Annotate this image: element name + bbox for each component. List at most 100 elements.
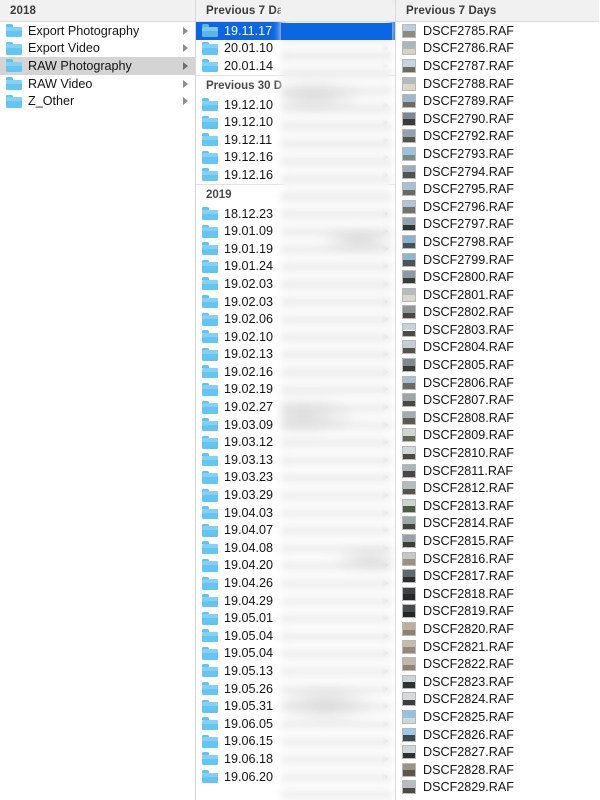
raw-file-list-item[interactable]: DSCF2811.RAF <box>396 462 599 480</box>
disclosure-arrow-icon[interactable] <box>383 315 388 324</box>
disclosure-arrow-icon[interactable] <box>383 227 388 236</box>
raw-file-list-item[interactable]: DSCF2807.RAF <box>396 391 599 409</box>
date-folder-list-item[interactable]: 19.03.29 <box>196 486 395 504</box>
date-folder-list-item[interactable]: 19.12.10 <box>196 96 395 114</box>
folder-list-item[interactable]: RAW Photography <box>0 57 195 75</box>
date-folder-list-item[interactable]: 19.04.08 <box>196 539 395 557</box>
disclosure-arrow-icon[interactable] <box>383 561 388 570</box>
disclosure-arrow-icon[interactable] <box>183 61 188 70</box>
date-folder-list-item[interactable]: 19.03.12 <box>196 433 395 451</box>
raw-file-list-item[interactable]: DSCF2800.RAF <box>396 268 599 286</box>
date-folder-list-item[interactable]: 19.05.31 <box>196 697 395 715</box>
raw-file-list-item[interactable]: DSCF2826.RAF <box>396 726 599 744</box>
date-folder-list-item[interactable]: 19.02.13 <box>196 346 395 364</box>
date-folder-list-item[interactable]: 19.12.16 <box>196 149 395 167</box>
disclosure-arrow-icon[interactable] <box>383 772 388 781</box>
raw-file-list-item[interactable]: DSCF2824.RAF <box>396 691 599 709</box>
date-folder-list-item[interactable]: 19.04.20 <box>196 557 395 575</box>
raw-file-list-item[interactable]: DSCF2825.RAF <box>396 708 599 726</box>
disclosure-arrow-icon[interactable] <box>383 332 388 341</box>
disclosure-arrow-icon[interactable] <box>383 702 388 711</box>
disclosure-arrow-icon[interactable] <box>383 297 388 306</box>
raw-file-list-item[interactable]: DSCF2817.RAF <box>396 567 599 585</box>
raw-file-list-item[interactable]: DSCF2795.RAF <box>396 180 599 198</box>
date-folder-list-item[interactable]: 19.02.03 <box>196 293 395 311</box>
disclosure-arrow-icon[interactable] <box>383 491 388 500</box>
disclosure-arrow-icon[interactable] <box>383 135 388 144</box>
raw-file-list-item[interactable]: DSCF2786.RAF <box>396 40 599 58</box>
raw-file-list-item[interactable]: DSCF2828.RAF <box>396 761 599 779</box>
disclosure-arrow-icon[interactable] <box>183 44 188 53</box>
raw-file-list-item[interactable]: DSCF2823.RAF <box>396 673 599 691</box>
raw-file-list-item[interactable]: DSCF2820.RAF <box>396 620 599 638</box>
disclosure-arrow-icon[interactable] <box>383 684 388 693</box>
raw-file-list-item[interactable]: DSCF2788.RAF <box>396 75 599 93</box>
date-folder-list-item[interactable]: 19.06.20 <box>196 768 395 786</box>
date-folder-list-item[interactable]: 19.02.16 <box>196 363 395 381</box>
date-folder-list-item[interactable]: 19.11.17 <box>196 22 395 40</box>
disclosure-arrow-icon[interactable] <box>383 244 388 253</box>
disclosure-arrow-icon[interactable] <box>383 279 388 288</box>
disclosure-arrow-icon[interactable] <box>383 631 388 640</box>
disclosure-arrow-icon[interactable] <box>383 403 388 412</box>
raw-file-list-item[interactable]: DSCF2796.RAF <box>396 198 599 216</box>
date-folder-list-item[interactable]: 19.04.03 <box>196 504 395 522</box>
disclosure-arrow-icon[interactable] <box>383 666 388 675</box>
raw-file-list-item[interactable]: DSCF2813.RAF <box>396 497 599 515</box>
disclosure-arrow-icon[interactable] <box>183 26 188 35</box>
date-folder-list-item[interactable]: 19.04.29 <box>196 592 395 610</box>
date-folder-list-item[interactable]: 19.02.03 <box>196 275 395 293</box>
raw-file-list-item[interactable]: DSCF2819.RAF <box>396 603 599 621</box>
disclosure-arrow-icon[interactable] <box>383 61 388 70</box>
raw-file-list-item[interactable]: DSCF2787.RAF <box>396 57 599 75</box>
raw-file-list-item[interactable]: DSCF2790.RAF <box>396 110 599 128</box>
raw-file-list-item[interactable]: DSCF2797.RAF <box>396 216 599 234</box>
raw-file-list-item[interactable]: DSCF2803.RAF <box>396 321 599 339</box>
date-folder-list-item[interactable]: 19.06.18 <box>196 750 395 768</box>
disclosure-arrow-icon[interactable] <box>383 649 388 658</box>
raw-file-list-item[interactable]: DSCF2792.RAF <box>396 128 599 146</box>
disclosure-arrow-icon[interactable] <box>383 385 388 394</box>
date-folder-list-item[interactable]: 19.12.11 <box>196 131 395 149</box>
date-folder-list-item[interactable]: 19.04.26 <box>196 574 395 592</box>
disclosure-arrow-icon[interactable] <box>383 543 388 552</box>
raw-file-list-item[interactable]: DSCF2798.RAF <box>396 233 599 251</box>
disclosure-arrow-icon[interactable] <box>183 97 188 106</box>
date-folder-list-item[interactable]: 19.05.04 <box>196 645 395 663</box>
folder-list-item[interactable]: Z_Other <box>0 92 195 110</box>
date-folder-list-item[interactable]: 19.03.13 <box>196 451 395 469</box>
raw-file-list-item[interactable]: DSCF2794.RAF <box>396 163 599 181</box>
date-folder-list-item[interactable]: 19.06.15 <box>196 733 395 751</box>
disclosure-arrow-icon[interactable] <box>383 508 388 517</box>
raw-file-list-item[interactable]: DSCF2827.RAF <box>396 743 599 761</box>
disclosure-arrow-icon[interactable] <box>383 367 388 376</box>
date-folder-list-item[interactable]: 19.06.05 <box>196 715 395 733</box>
raw-file-list-item[interactable]: DSCF2802.RAF <box>396 304 599 322</box>
disclosure-arrow-icon[interactable] <box>383 153 388 162</box>
disclosure-arrow-icon[interactable] <box>383 118 388 127</box>
date-folder-list-item[interactable]: 19.01.19 <box>196 240 395 258</box>
raw-file-list-item[interactable]: DSCF2785.RAF <box>396 22 599 40</box>
raw-file-list-item[interactable]: DSCF2821.RAF <box>396 638 599 656</box>
disclosure-arrow-icon[interactable] <box>383 579 388 588</box>
raw-file-list-item[interactable]: DSCF2815.RAF <box>396 532 599 550</box>
raw-file-list-item[interactable]: DSCF2812.RAF <box>396 479 599 497</box>
raw-file-list-item[interactable]: DSCF2818.RAF <box>396 585 599 603</box>
raw-file-list-item[interactable]: DSCF2814.RAF <box>396 515 599 533</box>
disclosure-arrow-icon[interactable] <box>383 420 388 429</box>
folder-list-item[interactable]: RAW Video <box>0 75 195 93</box>
raw-file-list-item[interactable]: DSCF2806.RAF <box>396 374 599 392</box>
date-folder-list-item[interactable]: 18.12.23 <box>196 205 395 223</box>
folder-list-item[interactable]: Export Video <box>0 40 195 58</box>
disclosure-arrow-icon[interactable] <box>183 79 188 88</box>
disclosure-arrow-icon[interactable] <box>383 754 388 763</box>
disclosure-arrow-icon[interactable] <box>383 26 388 35</box>
date-folder-list-item[interactable]: 19.12.10 <box>196 113 395 131</box>
date-folder-list-item[interactable]: 19.05.26 <box>196 680 395 698</box>
raw-file-list-item[interactable]: DSCF2793.RAF <box>396 145 599 163</box>
raw-file-list-item[interactable]: DSCF2816.RAF <box>396 550 599 568</box>
disclosure-arrow-icon[interactable] <box>383 596 388 605</box>
date-folder-list-item[interactable]: 19.05.01 <box>196 609 395 627</box>
date-folder-list-item[interactable]: 19.01.24 <box>196 258 395 276</box>
disclosure-arrow-icon[interactable] <box>383 100 388 109</box>
